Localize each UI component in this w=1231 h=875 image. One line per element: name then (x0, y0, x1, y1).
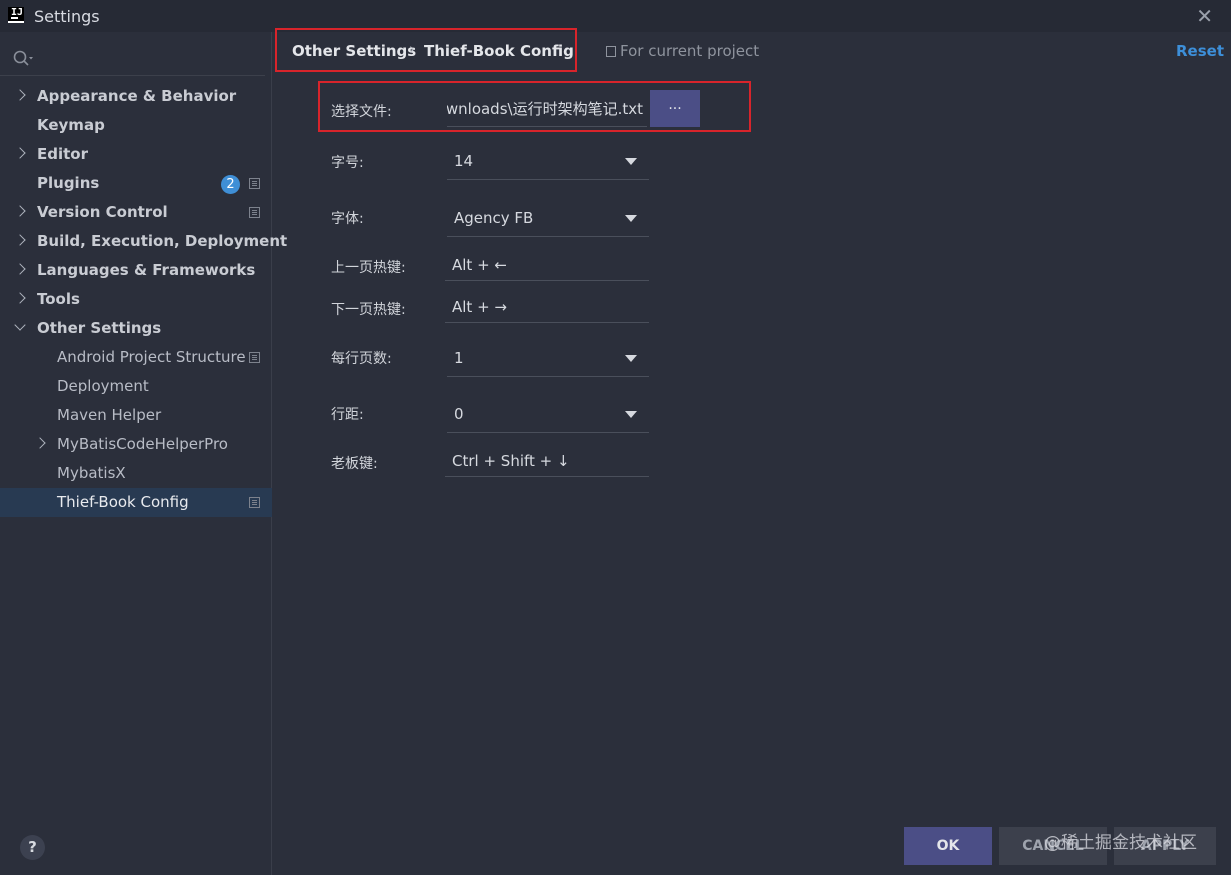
sidebar-item-label: Tools (37, 290, 80, 308)
sidebar-item-label: Editor (37, 145, 88, 163)
project-scope-icon (249, 178, 260, 189)
ok-button[interactable]: OK (904, 827, 992, 865)
watermark: @稀土掘金技术社区 (1044, 833, 1197, 853)
chevron-right-icon[interactable] (14, 292, 26, 304)
sidebar-item-label: Plugins (37, 174, 100, 192)
dropdown-arrow-icon (625, 355, 637, 362)
prev-hotkey-input[interactable]: Alt + ← (445, 251, 649, 281)
pages-per-row-value: 1 (454, 349, 464, 367)
prev-hotkey-label: 上一页热键: (331, 260, 406, 276)
project-scope-icon (606, 46, 616, 57)
dropdown-arrow-icon (625, 158, 637, 165)
reset-link[interactable]: Reset (1176, 42, 1224, 60)
chevron-right-icon[interactable] (14, 89, 26, 101)
sidebar-item-mybatisx[interactable]: MybatisX (0, 459, 272, 488)
sidebar-item-label: Languages & Frameworks (37, 261, 256, 279)
sidebar-item-label: Other Settings (37, 319, 162, 337)
sidebar-item-label: Deployment (57, 377, 149, 395)
line-spacing-dropdown[interactable]: 0 (447, 395, 649, 433)
settings-tree: Appearance & Behavior Keymap Editor Plug… (0, 82, 287, 517)
breadcrumb-current: Thief-Book Config (424, 42, 574, 60)
sidebar-item-label: MybatisX (57, 464, 126, 482)
chevron-down-icon[interactable] (14, 319, 26, 331)
line-spacing-value: 0 (454, 405, 464, 423)
title-bar: IJ Settings ✕ (0, 0, 1231, 32)
settings-search[interactable] (0, 44, 265, 76)
sidebar-item-languages-frameworks[interactable]: Languages & Frameworks (0, 256, 272, 285)
sidebar-item-other-settings[interactable]: Other Settings (0, 314, 272, 343)
boss-key-input[interactable]: Ctrl + Shift + ↓ (445, 447, 649, 477)
sidebar-item-label: MyBatisCodeHelperPro (57, 435, 228, 453)
sidebar-item-label: Version Control (37, 203, 168, 221)
font-label: 字体: (331, 211, 364, 227)
dropdown-arrow-icon (625, 215, 637, 222)
chevron-right-icon[interactable] (14, 263, 26, 275)
sidebar-item-version-control[interactable]: Version Control (0, 198, 272, 227)
boss-key-label: 老板键: (331, 456, 378, 472)
font-value: Agency FB (454, 209, 534, 227)
plugins-update-badge: 2 (221, 175, 240, 194)
sidebar-item-plugins[interactable]: Plugins 2 (0, 169, 272, 198)
sidebar-item-maven-helper[interactable]: Maven Helper (0, 401, 272, 430)
chevron-right-icon[interactable] (14, 234, 26, 246)
sidebar-item-label: Keymap (37, 116, 105, 134)
sidebar-item-label: Appearance & Behavior (37, 87, 237, 105)
project-scope-icon (249, 207, 260, 218)
font-size-value: 14 (454, 152, 474, 170)
sidebar-item-label: Thief-Book Config (57, 493, 189, 511)
next-hotkey-input[interactable]: Alt + → (445, 293, 649, 323)
sidebar-item-label: Maven Helper (57, 406, 162, 424)
font-size-dropdown[interactable]: 14 (447, 142, 649, 180)
file-label: 选择文件: (331, 104, 392, 120)
scope-indicator: For current project (606, 42, 759, 60)
file-path-field[interactable]: wnloads\运行时架构笔记.txt (447, 93, 647, 127)
font-dropdown[interactable]: Agency FB (447, 199, 649, 237)
sidebar-item-editor[interactable]: Editor (0, 140, 272, 169)
project-scope-icon (249, 497, 260, 508)
font-size-label: 字号: (331, 155, 364, 171)
breadcrumb-parent[interactable]: Other Settings (292, 42, 416, 60)
sidebar-item-thief-book-config[interactable]: Thief-Book Config (0, 488, 272, 517)
next-hotkey-label: 下一页热键: (331, 302, 406, 318)
sidebar-item-tools[interactable]: Tools (0, 285, 272, 314)
chevron-right-icon[interactable] (14, 205, 26, 217)
sidebar-item-appearance-behavior[interactable]: Appearance & Behavior (0, 82, 272, 111)
breadcrumb: Other Settings › Thief-Book Config (275, 28, 577, 72)
project-scope-icon (249, 352, 260, 363)
chevron-right-icon[interactable] (34, 437, 46, 449)
dropdown-arrow-icon (625, 411, 637, 418)
intellij-logo-icon: IJ (8, 7, 24, 23)
sidebar-item-keymap[interactable]: Keymap (0, 111, 272, 140)
close-icon[interactable]: ✕ (1196, 4, 1213, 28)
sidebar-item-mybatiscodehelperpro[interactable]: MyBatisCodeHelperPro (0, 430, 272, 459)
pages-per-row-dropdown[interactable]: 1 (447, 339, 649, 377)
scope-label: For current project (620, 42, 760, 60)
file-path-value: wnloads\运行时架构笔记.txt (447, 100, 643, 118)
breadcrumb-separator-icon: › (409, 40, 415, 58)
sidebar-item-label: Android Project Structure (57, 348, 246, 366)
pages-per-row-label: 每行页数: (331, 351, 392, 367)
search-icon[interactable] (12, 49, 34, 69)
browse-file-button[interactable]: ... (650, 90, 700, 127)
line-spacing-label: 行距: (331, 407, 364, 423)
sidebar-item-android-project-structure[interactable]: Android Project Structure (0, 343, 272, 372)
window-title: Settings (34, 7, 100, 26)
settings-sidebar: Appearance & Behavior Keymap Editor Plug… (0, 32, 287, 875)
sidebar-item-build-execution-deployment[interactable]: Build, Execution, Deployment (0, 227, 287, 256)
chevron-right-icon[interactable] (14, 147, 26, 159)
help-button[interactable]: ? (20, 835, 45, 860)
sidebar-item-label: Build, Execution, Deployment (37, 232, 288, 250)
sidebar-item-deployment[interactable]: Deployment (0, 372, 272, 401)
